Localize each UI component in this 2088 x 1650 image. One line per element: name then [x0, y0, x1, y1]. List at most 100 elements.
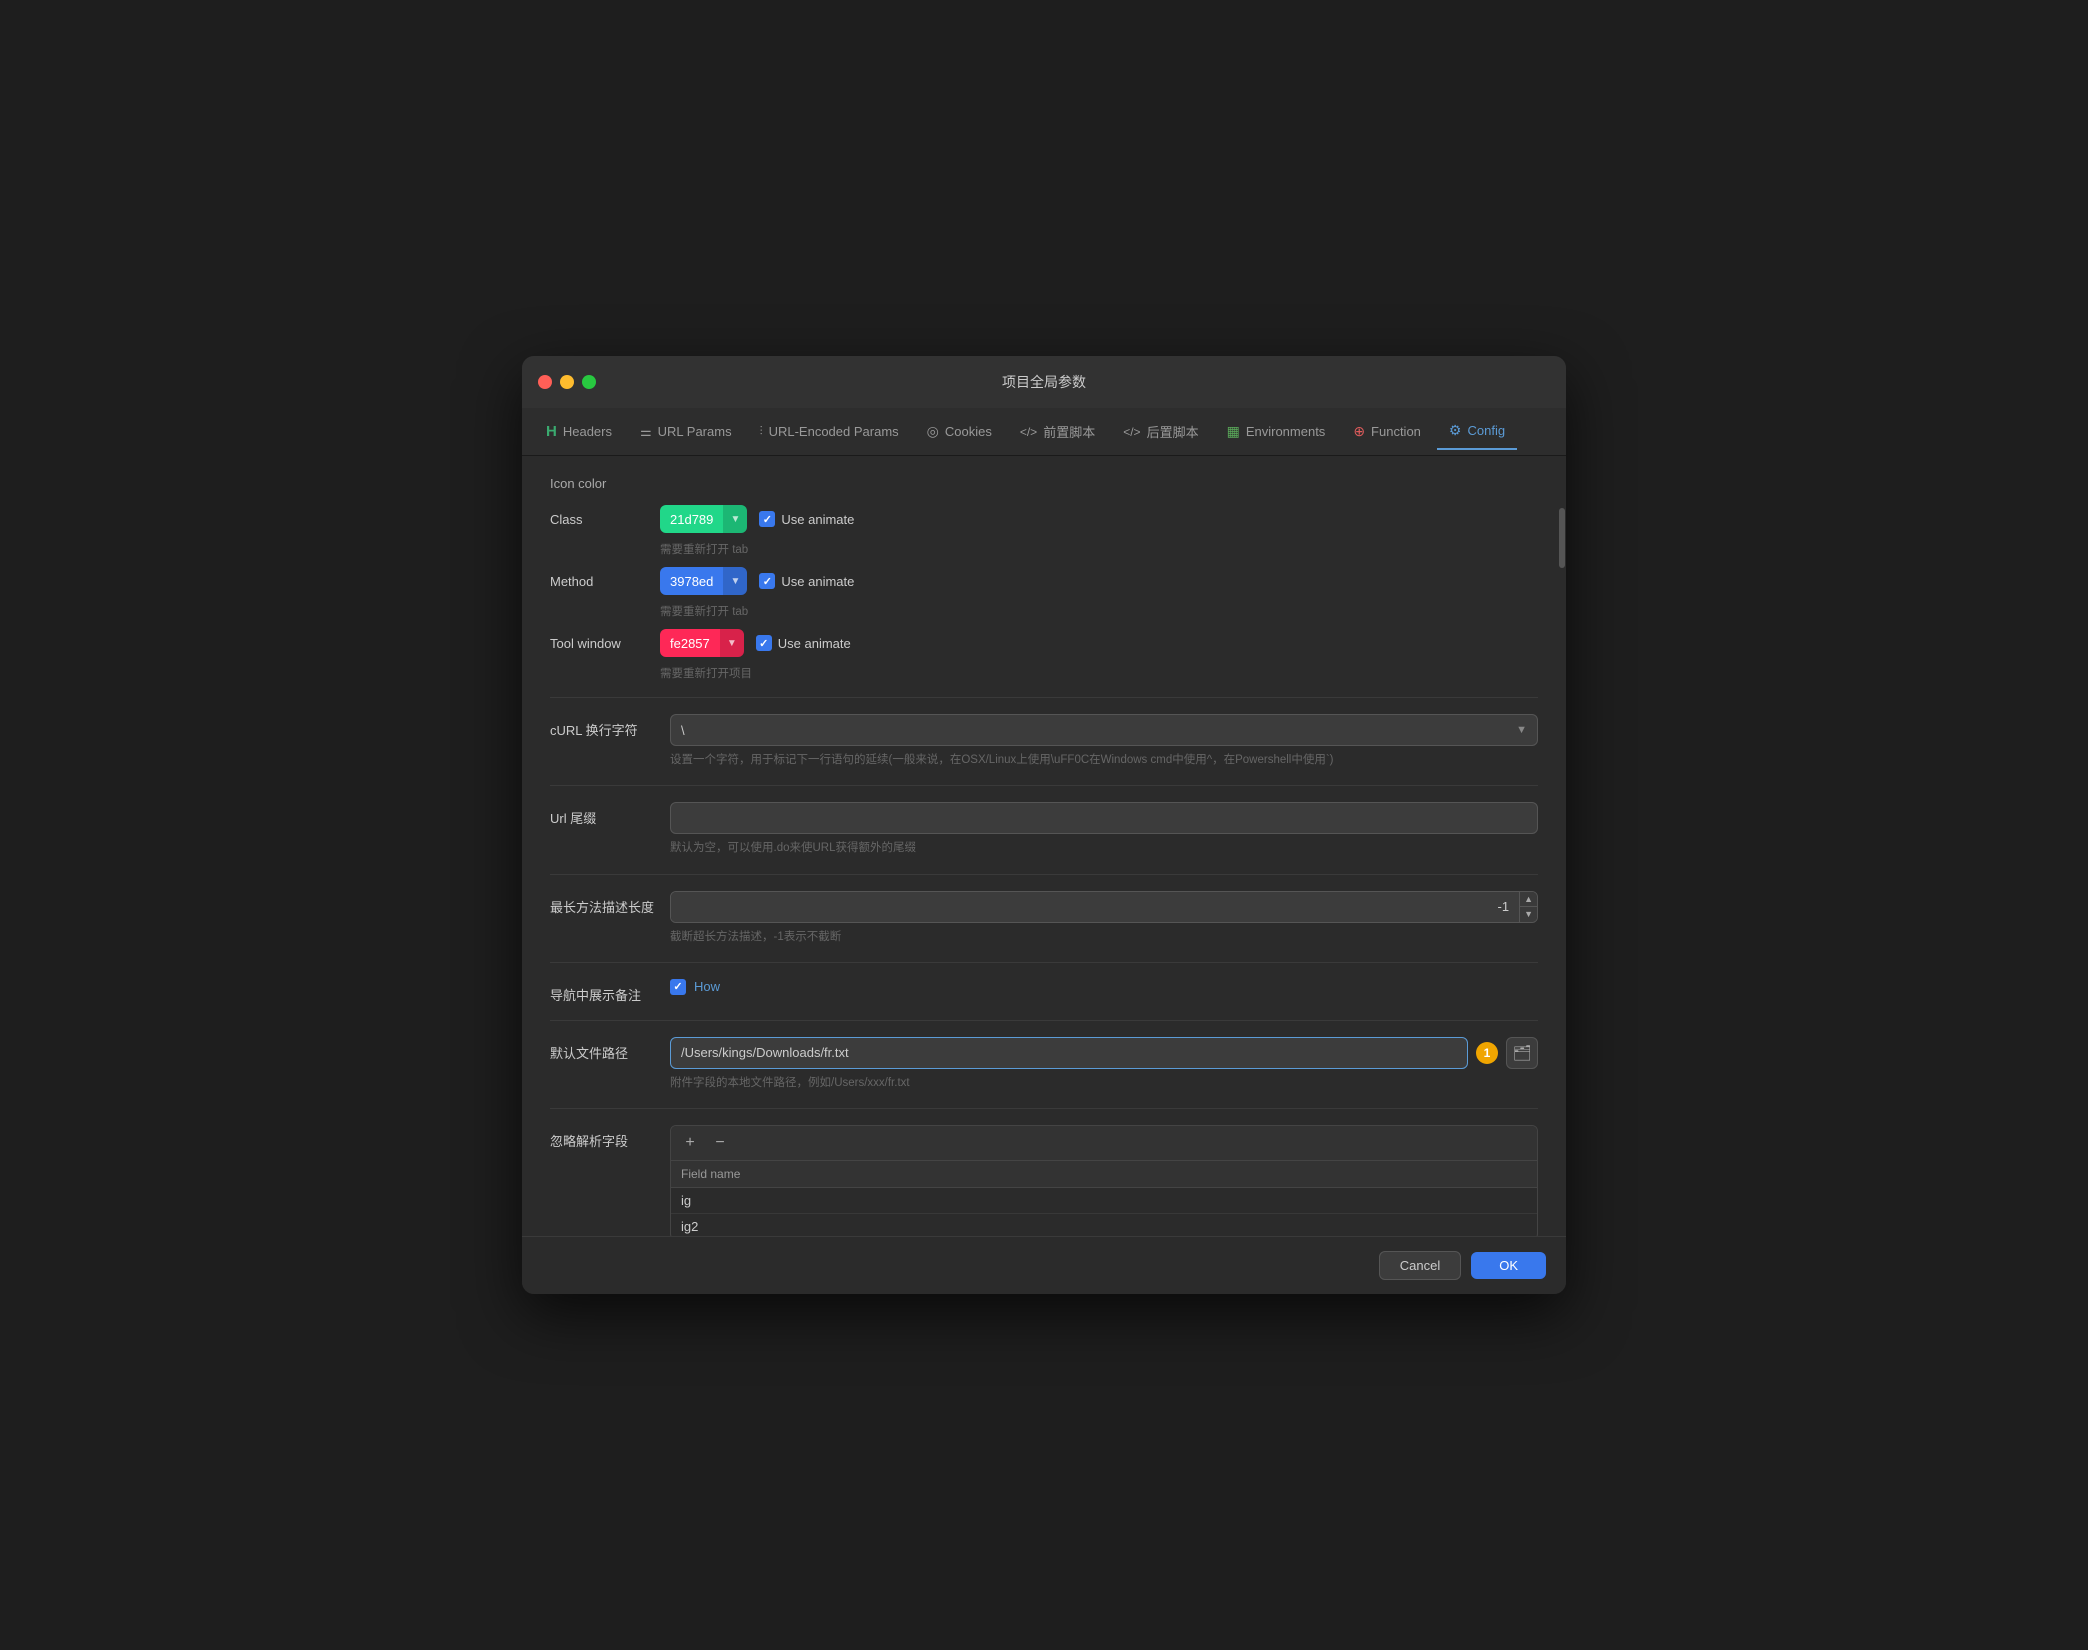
tab-config[interactable]: ⚙ Config: [1437, 414, 1517, 450]
method-hint: 需要重新打开 tab: [660, 603, 1538, 619]
method-dropdown-arrow: ▼: [723, 567, 747, 595]
class-animate-checkbox[interactable]: ✓ Use animate: [759, 511, 854, 527]
class-dropdown-arrow: ▼: [723, 505, 747, 533]
spinner-combo: -1 ▲ ▼: [670, 891, 1538, 923]
maximize-button[interactable]: [582, 375, 596, 389]
scrollbar-track: [1558, 504, 1566, 1186]
url-suffix-label: Url 尾缀: [550, 802, 670, 827]
function-icon: ⊕: [1353, 423, 1365, 440]
tab-url-encoded[interactable]: ⫶ URL-Encoded Params: [748, 414, 911, 450]
file-path-hint: 附件字段的本地文件路径，例如/Users/xxx/fr.txt: [670, 1075, 1538, 1092]
cancel-button[interactable]: Cancel: [1379, 1251, 1461, 1280]
table-row[interactable]: ig: [671, 1188, 1537, 1214]
icon-color-title: Icon color: [550, 476, 1538, 491]
minimize-button[interactable]: [560, 375, 574, 389]
ignore-fields-right: + − Field name ig ig2: [670, 1125, 1538, 1236]
tab-cookies[interactable]: ◎ Cookies: [915, 414, 1004, 450]
tab-url-params[interactable]: ⚌ URL Params: [628, 414, 744, 450]
file-path-input[interactable]: [670, 1037, 1468, 1069]
url-suffix-field-right: 默认为空，可以使用.do来使URL获得额外的尾缀: [670, 802, 1538, 857]
curl-select[interactable]: \ ▼: [670, 714, 1538, 746]
ok-button[interactable]: OK: [1471, 1252, 1546, 1279]
class-row: Class 21d789 ▼ ✓ Use animate: [550, 505, 1538, 533]
tab-function[interactable]: ⊕ Function: [1341, 414, 1433, 450]
curl-select-arrow: ▼: [1516, 724, 1527, 736]
method-animate-label: Use animate: [781, 574, 854, 589]
method-color-dropdown[interactable]: 3978ed ▼: [660, 567, 747, 595]
url-suffix-input[interactable]: [670, 802, 1538, 834]
method-label: Method: [550, 574, 660, 589]
tab-post-script[interactable]: </> 后置脚本: [1111, 414, 1210, 450]
ignore-fields-section: 忽略解析字段 + − Field name: [550, 1125, 1538, 1236]
tool-window-row: Tool window fe2857 ▼ ✓ Use animate: [550, 629, 1538, 657]
divider-5: [550, 1020, 1538, 1021]
tab-environments-label: Environments: [1246, 424, 1325, 439]
class-animate-check: ✓: [759, 511, 775, 527]
field-name-header: Field name: [681, 1167, 740, 1181]
tab-url-encoded-label: URL-Encoded Params: [769, 424, 899, 439]
class-hint: 需要重新打开 tab: [660, 541, 1538, 557]
footer: Cancel OK: [522, 1236, 1566, 1294]
tool-window-hint: 需要重新打开项目: [660, 665, 1538, 681]
config-icon: ⚙: [1449, 422, 1462, 439]
max-method-field-right: -1 ▲ ▼ 截断超长方法描述，-1表示不截断: [670, 891, 1538, 946]
class-color-dropdown[interactable]: 21d789 ▼: [660, 505, 747, 533]
tab-url-params-label: URL Params: [658, 424, 732, 439]
class-label: Class: [550, 512, 660, 527]
method-row: Method 3978ed ▼ ✓ Use animate: [550, 567, 1538, 595]
ignore-fields-table: + − Field name ig ig2: [670, 1125, 1538, 1236]
remove-field-button[interactable]: −: [709, 1132, 731, 1154]
url-suffix-section: Url 尾缀 默认为空，可以使用.do来使URL获得额外的尾缀: [550, 802, 1538, 857]
tool-window-dropdown-arrow: ▼: [720, 629, 744, 657]
table-toolbar: + −: [671, 1126, 1537, 1161]
post-script-icon: </>: [1123, 425, 1140, 439]
curl-section: cURL 换行字符 \ ▼ 设置一个字符，用于标记下一行语句的延续(一般来说，在…: [550, 714, 1538, 769]
method-color-value: 3978ed: [660, 567, 723, 595]
table-header: Field name: [671, 1161, 1537, 1188]
curl-value: \: [681, 723, 685, 738]
how-link[interactable]: How: [694, 979, 720, 994]
show-note-checkbox-row: ✓ How: [670, 979, 1538, 995]
close-button[interactable]: [538, 375, 552, 389]
content-area: Icon color Class 21d789 ▼ ✓ Use animate: [522, 456, 1566, 1236]
folder-icon: 🗂: [1512, 1044, 1531, 1062]
spinner-up-button[interactable]: ▲: [1520, 892, 1537, 908]
tab-headers[interactable]: H Headers: [534, 414, 624, 450]
show-note-field-right: ✓ How: [670, 979, 1538, 995]
show-note-checkbox[interactable]: ✓: [670, 979, 686, 995]
class-color-value: 21d789: [660, 505, 723, 533]
curl-hint: 设置一个字符，用于标记下一行语句的延续(一般来说，在OSX/Linux上使用\u…: [670, 752, 1538, 769]
tool-window-label: Tool window: [550, 636, 660, 651]
spinner-down-button[interactable]: ▼: [1520, 907, 1537, 922]
tool-window-color-value: fe2857: [660, 629, 720, 657]
add-field-button[interactable]: +: [679, 1132, 701, 1154]
max-method-section: 最长方法描述长度 -1 ▲ ▼ 截断超长方法描述，-1表示不截断: [550, 891, 1538, 946]
icon-color-section: Icon color Class 21d789 ▼ ✓ Use animate: [550, 476, 1538, 681]
divider-2: [550, 785, 1538, 786]
show-note-section: 导航中展示备注 ✓ How: [550, 979, 1538, 1004]
max-method-label: 最长方法描述长度: [550, 891, 670, 916]
tab-environments[interactable]: ▦ Environments: [1215, 414, 1338, 450]
tab-cookies-label: Cookies: [945, 424, 992, 439]
traffic-lights: [538, 375, 596, 389]
ignore-fields-label: 忽略解析字段: [550, 1125, 670, 1150]
scrollbar-thumb[interactable]: [1559, 508, 1565, 568]
tab-pre-script[interactable]: </> 前置脚本: [1008, 414, 1107, 450]
tab-headers-label: Headers: [563, 424, 612, 439]
table-row[interactable]: ig2: [671, 1214, 1537, 1236]
show-note-label: 导航中展示备注: [550, 979, 670, 1004]
tab-config-label: Config: [1467, 423, 1505, 438]
max-method-hint: 截断超长方法描述，-1表示不截断: [670, 929, 1538, 946]
pre-script-icon: </>: [1020, 425, 1037, 439]
tool-window-color-dropdown[interactable]: fe2857 ▼: [660, 629, 744, 657]
file-path-label: 默认文件路径: [550, 1037, 670, 1062]
curl-field-right: \ ▼ 设置一个字符，用于标记下一行语句的延续(一般来说，在OSX/Linux上…: [670, 714, 1538, 769]
method-animate-check: ✓: [759, 573, 775, 589]
max-method-spinner: -1 ▲ ▼: [670, 891, 1538, 923]
tool-window-animate-checkbox[interactable]: ✓ Use animate: [756, 635, 851, 651]
file-path-section: 默认文件路径 1 🗂 附件字段的本地文件路径，例如/Users/xxx/fr.t…: [550, 1037, 1538, 1092]
method-animate-checkbox[interactable]: ✓ Use animate: [759, 573, 854, 589]
folder-browse-button[interactable]: 🗂: [1506, 1037, 1538, 1069]
environments-icon: ▦: [1227, 423, 1240, 440]
class-animate-label: Use animate: [781, 512, 854, 527]
